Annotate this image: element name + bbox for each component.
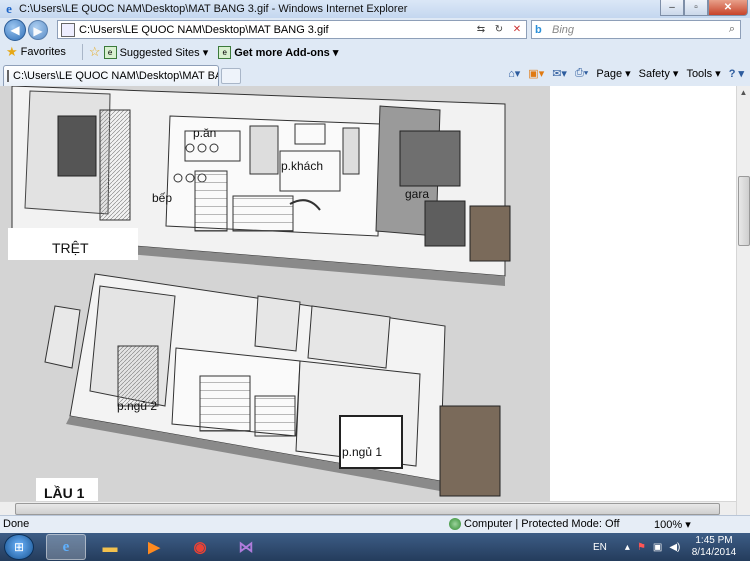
scroll-up-icon[interactable]: ▲ [737,86,750,100]
room-label-dining: p.ăn [193,126,216,140]
volume-icon[interactable]: ◀) [669,542,680,553]
stop-icon[interactable]: ✕ [508,24,526,35]
safety-menu[interactable]: Safety ▾ [639,67,679,80]
chrome-icon: ◉ [193,539,207,556]
clock-date: 8/14/2014 [691,547,737,558]
floor-label-ground: TRỆT [52,240,89,256]
vertical-scroll-thumb[interactable] [738,176,750,246]
taskbar: ⊞ e ▬ ▶ ◉ ⋈ EN ▴ ⚑ ▣ ◀) 1:45 PM 8/14/201… [0,533,750,561]
room-label-bedroom1: p.ngủ 1 [342,445,382,459]
favorites-bar: ★ Favorites ☆ e Suggested Sites ▾ e Get mo… [0,41,750,63]
help-menu[interactable]: ? ▾ [729,67,744,80]
status-bar: Done Computer | Protected Mode: Off 100%… [0,515,750,533]
show-hidden-icons-icon[interactable]: ▴ [625,542,630,553]
globe-icon [449,518,461,530]
get-more-addons-link[interactable]: e Get more Add-ons ▾ [218,45,339,59]
taskbar-ie[interactable]: e [46,534,86,560]
visual-studio-icon: ⋈ [238,539,254,556]
suggested-sites-link[interactable]: e Suggested Sites ▾ [103,45,209,59]
feeds-icon[interactable]: ▣▾ [528,67,544,80]
close-button[interactable]: ✕ [708,0,748,16]
action-center-icon[interactable]: ⚑ [637,542,646,553]
ie-icon: e [62,538,70,555]
addons-icon: e [218,45,232,59]
ie-logo-icon: e [6,1,12,16]
zoom-level[interactable]: 100% ▾ [654,518,691,531]
mail-icon[interactable]: ✉▾ [552,67,567,80]
tools-menu[interactable]: Tools ▾ [686,67,720,80]
suggested-sites-label: Suggested Sites ▾ [119,46,209,59]
maximize-button[interactable]: ▫ [684,0,708,16]
command-bar: ⌂▾ ▣▾ ✉▾ ⎙▾ Page ▾ Safety ▾ Tools ▾ ? ▾ [500,67,744,80]
room-label-kitchen: bếp [152,191,172,205]
home-icon[interactable]: ⌂▾ [508,67,520,80]
window-title: C:\Users\LE QUOC NAM\Desktop\MAT BANG 3.… [19,3,408,15]
tab-current[interactable]: C:\Users\LE QUOC NAM\Desktop\MAT BANG 3.… [3,65,219,86]
vertical-scrollbar[interactable]: ▲ [736,86,750,515]
divider [81,44,83,60]
back-button[interactable]: ◀ [4,19,26,41]
start-button[interactable]: ⊞ [4,534,34,560]
page-content: p.ăn p.khách bếp gara p.ngủ 2 p.ngủ 1 TR… [0,86,750,515]
search-icon[interactable]: ⌕ [724,23,740,36]
ie-window: e C:\Users\LE QUOC NAM\Desktop\MAT BANG … [0,0,750,533]
print-icon[interactable]: ⎙▾ [575,67,588,80]
compatibility-icon[interactable]: ⇆ [472,24,490,35]
search-placeholder[interactable]: Bing [552,24,724,36]
horizontal-scrollbar[interactable] [0,501,736,515]
page-icon [61,22,75,37]
tab-title: C:\Users\LE QUOC NAM\Desktop\MAT BANG 3.… [13,70,218,82]
address-url[interactable]: C:\Users\LE QUOC NAM\Desktop\MAT BANG 3.… [79,24,472,36]
language-indicator[interactable]: EN [593,542,607,553]
floor-label-first: LẦU 1 [44,485,85,501]
taskbar-media-player[interactable]: ▶ [134,534,174,560]
room-label-garage: gara [405,187,429,201]
favorites-star-icon: ★ [6,44,18,59]
network-icon[interactable]: ▣ [653,542,662,553]
get-more-addons-label: Get more Add-ons ▾ [234,46,339,59]
room-label-bedroom2: p.ngủ 2 [117,399,157,413]
system-tray: EN ▴ ⚑ ▣ ◀) [593,533,680,561]
page-menu[interactable]: Page ▾ [596,67,630,80]
taskbar-chrome[interactable]: ◉ [180,534,220,560]
media-player-icon: ▶ [148,539,160,556]
clock-time: 1:45 PM [695,535,733,546]
favorites-button[interactable]: Favorites [21,46,66,58]
title-bar[interactable]: e C:\Users\LE QUOC NAM\Desktop\MAT BANG … [0,0,750,18]
address-bar[interactable]: C:\Users\LE QUOC NAM\Desktop\MAT BANG 3.… [57,20,527,39]
horizontal-scroll-thumb[interactable] [15,503,720,515]
minimize-button[interactable]: – [660,0,684,16]
taskbar-visual-studio[interactable]: ⋈ [226,534,266,560]
clock[interactable]: 1:45 PM 8/14/2014 [686,535,742,559]
tab-row: C:\Users\LE QUOC NAM\Desktop\MAT BANG 3.… [0,63,750,86]
room-label-living: p.khách [281,159,323,173]
suggested-sites-icon: e [103,45,117,59]
floor-plan-image: p.ăn p.khách bếp gara p.ngủ 2 p.ngủ 1 TR… [0,86,550,515]
search-box[interactable]: b Bing ⌕ [531,20,741,39]
refresh-icon[interactable]: ↻ [490,24,508,35]
forward-button[interactable]: ▶ [28,20,48,40]
navigation-row: ◀ ▶ C:\Users\LE QUOC NAM\Desktop\MAT BAN… [0,18,750,41]
floor-plan-drawing: p.ăn p.khách bếp gara p.ngủ 2 p.ngủ 1 TR… [0,86,550,515]
security-zone-label: Computer | Protected Mode: Off [464,518,620,530]
add-favorites-icon[interactable]: ☆ [89,44,101,60]
new-tab-button[interactable] [221,68,241,84]
taskbar-explorer[interactable]: ▬ [90,534,130,560]
security-zone[interactable]: Computer | Protected Mode: Off [449,518,620,530]
status-text: Done [3,518,30,530]
tab-page-icon [7,70,9,82]
folder-icon: ▬ [102,538,118,556]
bing-icon: b [535,23,542,36]
